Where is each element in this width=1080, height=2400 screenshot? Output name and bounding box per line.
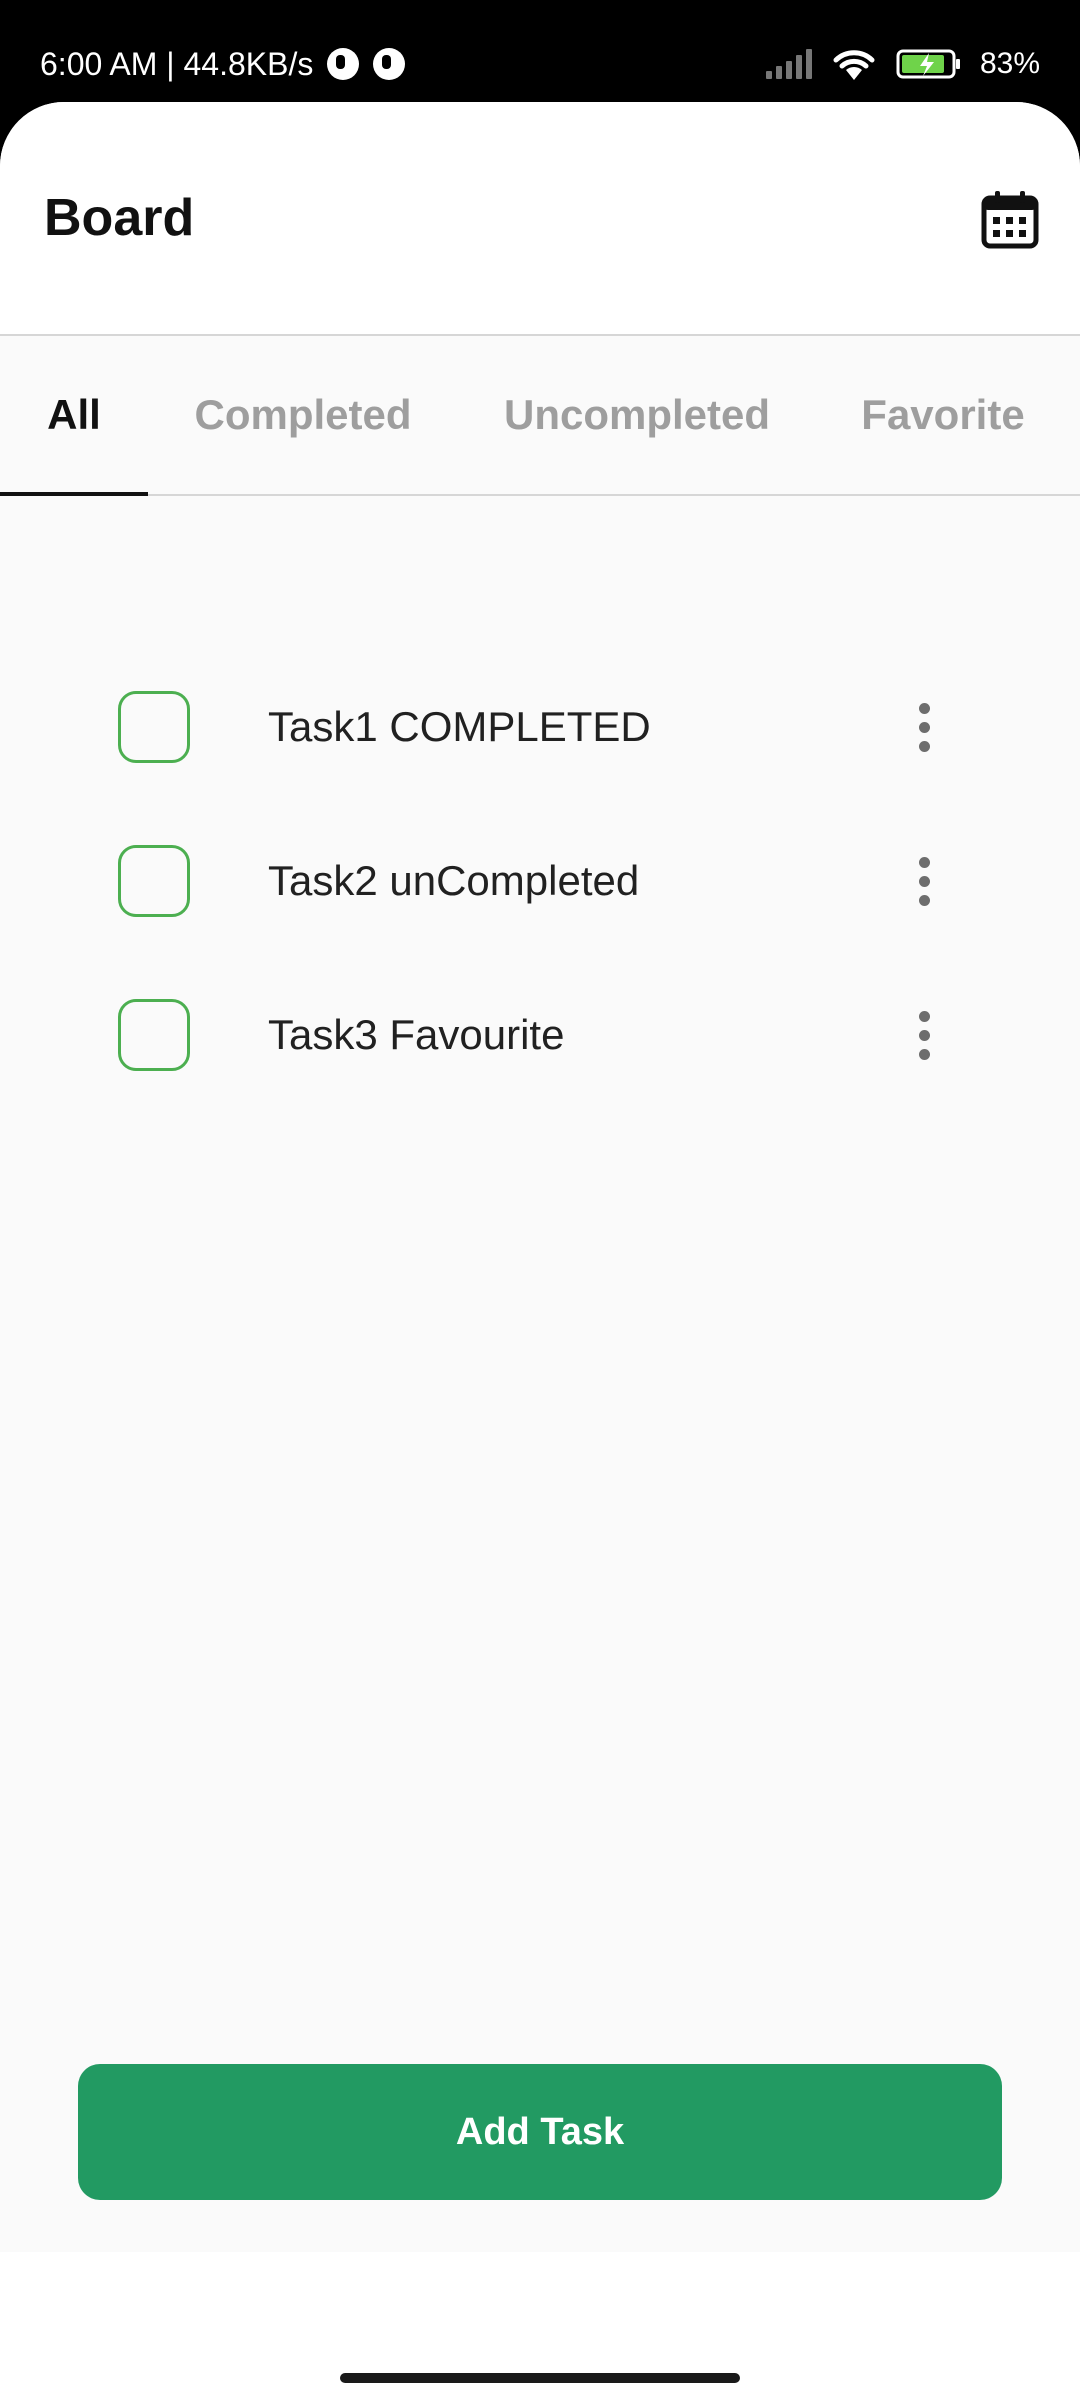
battery-percentage: 83% — [979, 47, 1040, 80]
task-checkbox[interactable] — [118, 845, 190, 917]
more-vert-icon[interactable] — [900, 845, 948, 917]
add-task-button[interactable]: Add Task — [78, 2064, 1002, 2200]
task-checkbox[interactable] — [118, 999, 190, 1071]
task-label: Task1 COMPLETED — [268, 703, 651, 750]
task-label: Task2 unCompleted — [268, 857, 640, 904]
task-checkbox[interactable] — [118, 691, 190, 763]
tab-bar: All Completed Uncompleted Favorite — [0, 336, 1080, 496]
notification-icon — [327, 48, 360, 80]
app-header: Board — [0, 102, 1080, 336]
tab-completed[interactable]: Completed — [180, 336, 426, 494]
status-time-speed: 6:00 AM | 44.8KB/s — [40, 45, 314, 82]
status-bar: 6:00 AM | 44.8KB/s 83% — [0, 0, 1080, 110]
wifi-icon — [830, 46, 878, 82]
task-item: Task3 Favourite — [0, 958, 1080, 1112]
tab-all[interactable]: All — [0, 336, 148, 494]
task-list: Task1 COMPLETED Task2 unCompleted Task3 … — [0, 650, 1080, 1112]
status-right: 83% — [765, 38, 1040, 90]
notification-icon — [373, 48, 406, 80]
tab-uncompleted[interactable]: Uncompleted — [492, 336, 782, 494]
battery-charging-icon — [896, 48, 962, 80]
task-item: Task1 COMPLETED — [0, 650, 1080, 804]
calendar-icon[interactable] — [978, 188, 1042, 252]
active-tab-indicator — [0, 492, 148, 496]
more-vert-icon[interactable] — [900, 999, 948, 1071]
home-indicator[interactable] — [340, 2373, 740, 2383]
page-title: Board — [44, 189, 195, 247]
app-surface: Board All Completed Uncompleted Favorite — [0, 102, 1080, 2400]
status-left: 6:00 AM | 44.8KB/s — [40, 38, 406, 90]
task-label: Task3 Favourite — [268, 1011, 565, 1058]
task-item: Task2 unCompleted — [0, 804, 1080, 958]
more-vert-icon[interactable] — [900, 691, 948, 763]
tab-favorite[interactable]: Favorite — [846, 336, 1040, 494]
signal-icon — [765, 49, 812, 79]
